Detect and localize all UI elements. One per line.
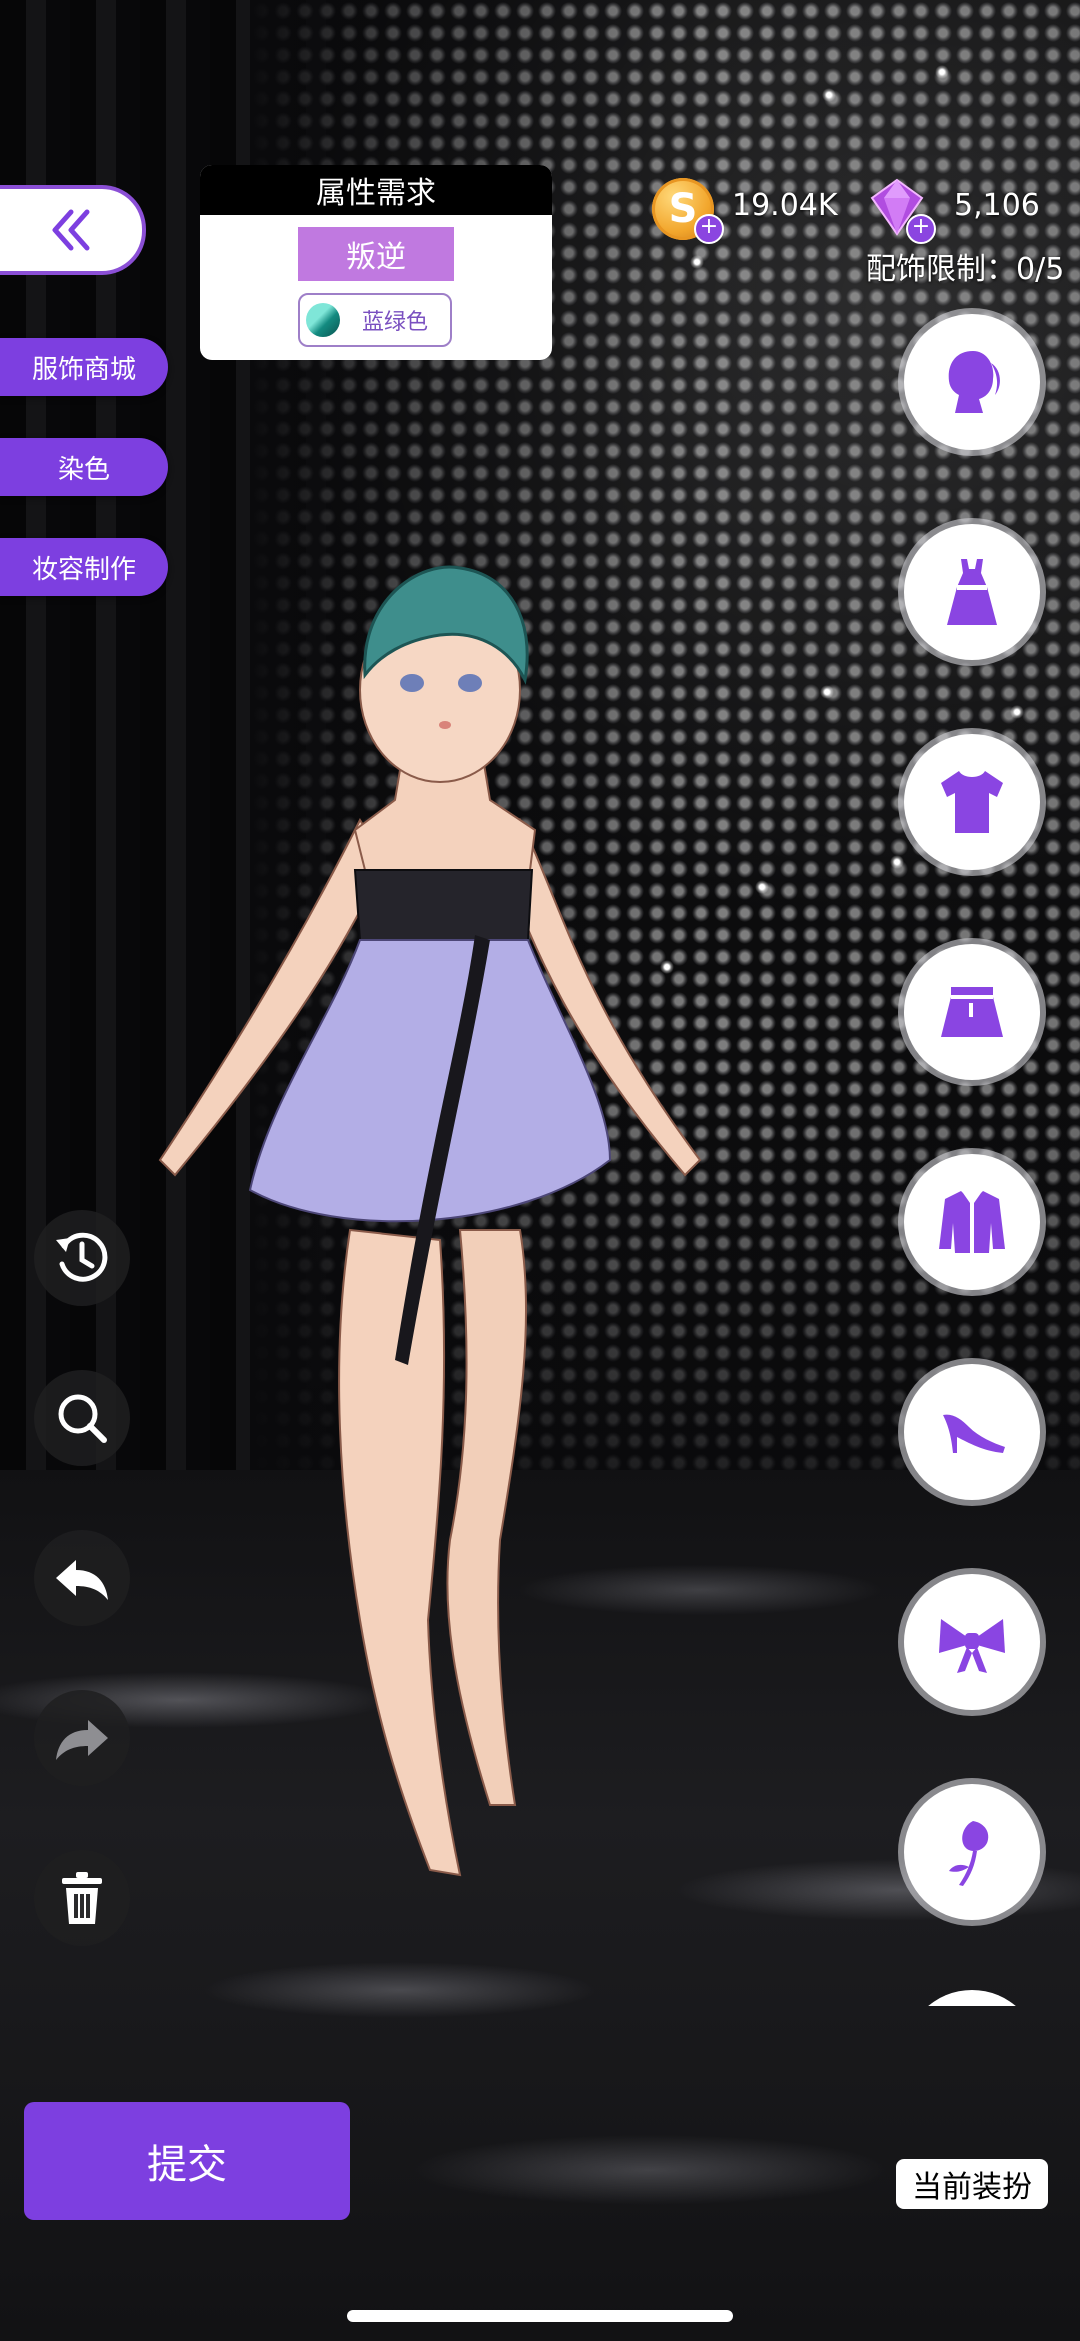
add-coins-icon[interactable]: + — [694, 214, 724, 244]
accessory-limit: 配饰限制：0/5 — [866, 252, 1065, 287]
category-jacket[interactable] — [904, 1154, 1040, 1290]
dress-icon — [947, 559, 997, 625]
attribute-panel-title: 属性需求 — [200, 165, 552, 215]
color-swatch — [306, 303, 340, 337]
delete-button[interactable] — [34, 1850, 130, 1946]
more-categories-edge — [904, 1990, 1040, 2006]
redo-icon — [56, 1720, 108, 1760]
current-outfit-button[interactable]: 当前装扮 — [896, 2159, 1048, 2209]
category-shoes[interactable] — [904, 1364, 1040, 1500]
category-hairstyle[interactable] — [904, 314, 1040, 450]
jacket-icon — [939, 1191, 1005, 1253]
shop-button[interactable]: 服饰商城 — [0, 338, 168, 396]
undo-button[interactable] — [34, 1530, 130, 1626]
rose-icon — [949, 1821, 989, 1886]
delete-icon — [62, 1872, 102, 1924]
style-tag: 叛逆 — [298, 227, 454, 281]
category-dress[interactable] — [904, 524, 1040, 660]
double-chevron-left-icon — [52, 209, 90, 251]
color-requirement: 蓝绿色 — [298, 293, 452, 347]
gem-amount: 5,106 — [954, 188, 1040, 223]
history-button[interactable] — [34, 1210, 130, 1306]
hairstyle-icon — [948, 351, 1000, 413]
dye-button[interactable]: 染色 — [0, 438, 168, 496]
category-accessory[interactable] — [904, 1574, 1040, 1710]
back-button[interactable] — [0, 185, 146, 275]
top-icon — [941, 771, 1003, 833]
submit-button[interactable]: 提交 — [24, 2102, 350, 2220]
undo-icon — [56, 1560, 108, 1600]
redo-button[interactable] — [34, 1690, 130, 1786]
category-skirt[interactable] — [904, 944, 1040, 1080]
shoes-icon — [943, 1414, 1005, 1453]
bow-icon — [939, 1619, 1005, 1673]
add-gems-icon[interactable]: + — [906, 214, 936, 244]
coin-amount: 19.04K — [732, 188, 838, 223]
attribute-requirement-panel: 属性需求 叛逆 蓝绿色 — [200, 165, 552, 360]
skirt-icon — [941, 987, 1003, 1037]
zoom-icon — [58, 1394, 107, 1443]
color-label: 蓝绿色 — [362, 310, 429, 335]
category-top[interactable] — [904, 734, 1040, 870]
zoom-button[interactable] — [34, 1370, 130, 1466]
category-handheld[interactable] — [904, 1784, 1040, 1920]
history-icon — [56, 1232, 108, 1282]
makeup-button[interactable]: 妆容制作 — [0, 538, 168, 596]
character-model — [158, 565, 702, 1877]
home-indicator[interactable] — [347, 2310, 733, 2322]
